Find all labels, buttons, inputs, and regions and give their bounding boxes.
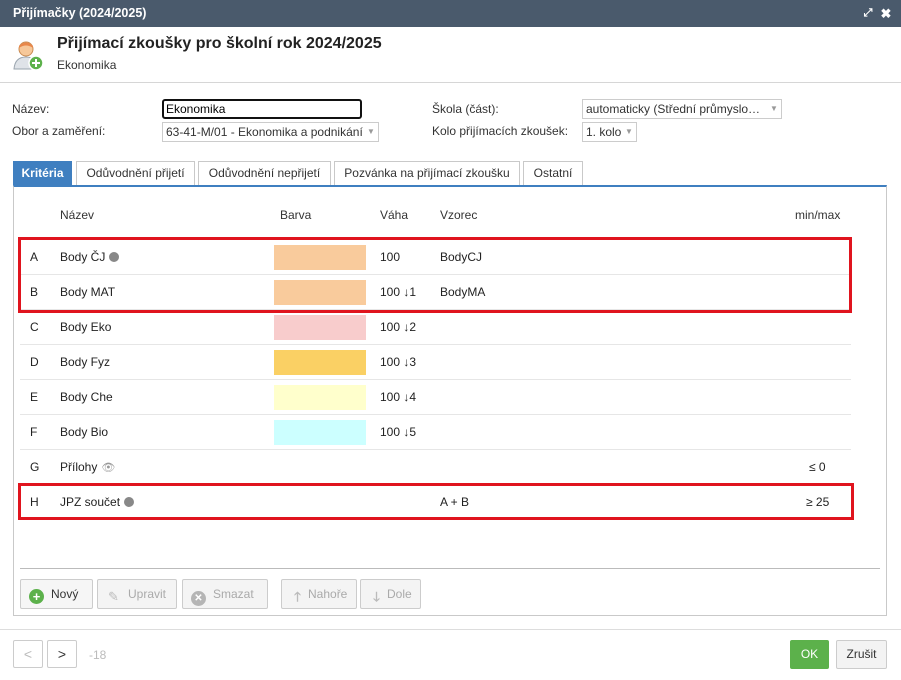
highlight-box: [18, 483, 854, 520]
kolo-select[interactable]: 1. kolo ▼: [582, 122, 637, 142]
pencil-icon: ✎: [108, 589, 119, 604]
name-input[interactable]: [162, 99, 362, 119]
window-title: Přijímačky (2024/2025): [13, 6, 147, 20]
row-name-cell: Přílohy 👁: [60, 450, 115, 486]
delete-button-label: Smazat: [213, 587, 254, 601]
column-header-color: Barva: [280, 208, 312, 222]
chevron-down-icon: ▼: [364, 123, 378, 141]
move-down-button-label: Dole: [387, 587, 412, 601]
delete-button[interactable]: ✕ Smazat: [182, 579, 268, 609]
edit-button-label: Upravit: [128, 587, 167, 601]
move-top-button[interactable]: 🡑 Nahoře: [281, 579, 357, 609]
new-button[interactable]: + Nový: [20, 579, 93, 609]
tab-kriteria[interactable]: Kritéria: [13, 161, 72, 186]
table-row[interactable]: D Body Fyz 100 ↓3: [20, 345, 851, 380]
user-add-icon: [12, 39, 44, 71]
row-weight: 100 ↓3: [380, 355, 417, 369]
chevron-down-icon: ▼: [767, 100, 781, 118]
row-letter: C: [30, 320, 39, 334]
next-button[interactable]: >: [47, 640, 77, 668]
kolo-label: Kolo přijímacích zkoušek:: [432, 124, 569, 138]
tab-pozvanka[interactable]: Pozvánka na přijímací zkoušku: [334, 161, 520, 186]
eye-slash-icon: 👁: [101, 462, 116, 474]
move-down-button[interactable]: 🡓 Dole: [360, 579, 421, 609]
table-row[interactable]: F Body Bio 100 ↓5: [20, 415, 851, 450]
table-row[interactable]: C Body Eko 100 ↓2: [20, 310, 851, 345]
divider: [20, 568, 880, 569]
column-header-minmax: min/max: [795, 208, 841, 222]
dialog-footer: [0, 629, 901, 680]
color-swatch: [274, 315, 366, 340]
kolo-select-value: 1. kolo: [586, 125, 622, 139]
skola-select-value: automaticky (Střední průmyslo…: [586, 102, 761, 116]
prev-button[interactable]: <: [13, 640, 43, 668]
column-header-formula: Vzorec: [440, 208, 478, 222]
obor-select-value: 63-41-M/01 - Ekonomika a podnikání: [166, 125, 363, 139]
ok-button[interactable]: OK: [790, 640, 829, 669]
column-header-weight: Váha: [380, 208, 409, 222]
delete-icon: ✕: [191, 591, 206, 606]
close-icon[interactable]: ✖: [877, 0, 895, 27]
row-letter: E: [30, 390, 39, 404]
arrow-up-icon: 🡑: [294, 589, 301, 604]
skola-label: Škola (část):: [432, 102, 499, 116]
maximize-icon[interactable]: ⤢: [859, 0, 877, 27]
table-row[interactable]: E Body Che 100 ↓4: [20, 380, 851, 415]
edit-button[interactable]: ✎ Upravit: [97, 579, 177, 609]
window-titlebar: Přijímačky (2024/2025) ⤢ ✖: [0, 0, 901, 27]
row-name: Body Eko: [60, 320, 112, 334]
color-swatch: [274, 420, 366, 445]
row-name: Body Fyz: [60, 355, 111, 369]
row-name: Body Bio: [60, 425, 109, 439]
plus-icon: +: [29, 589, 44, 604]
tab-ostatni[interactable]: Ostatní: [523, 161, 583, 186]
name-label: Název:: [12, 102, 50, 116]
arrow-down-icon: 🡓: [373, 589, 380, 604]
row-weight: 100 ↓5: [380, 425, 417, 439]
color-swatch: [274, 385, 366, 410]
column-header-name: Název: [60, 208, 95, 222]
row-weight: 100 ↓4: [380, 390, 417, 404]
row-letter: G: [30, 460, 40, 474]
dialog-header: Přijímací zkoušky pro školní rok 2024/20…: [0, 27, 901, 83]
page-title: Přijímací zkoušky pro školní rok 2024/20…: [57, 35, 382, 52]
obor-select[interactable]: 63-41-M/01 - Ekonomika a podnikání ▼: [162, 122, 379, 142]
color-swatch: [274, 350, 366, 375]
record-counter: -18: [89, 648, 107, 662]
cancel-button[interactable]: Zrušit: [836, 640, 887, 669]
highlight-box: [18, 237, 852, 313]
row-name: Přílohy: [60, 460, 98, 474]
page-subtitle: Ekonomika: [57, 58, 117, 72]
row-name: Body Che: [60, 390, 113, 404]
new-button-label: Nový: [51, 587, 79, 601]
row-minmax: ≤ 0: [809, 460, 826, 474]
table-row[interactable]: G Přílohy 👁 ≤ 0: [20, 450, 851, 485]
row-letter: F: [30, 425, 38, 439]
chevron-down-icon: ▼: [622, 123, 636, 141]
tab-oduvodneni-prijeti[interactable]: Odůvodnění přijetí: [76, 161, 195, 186]
skola-select[interactable]: automaticky (Střední průmyslo… ▼: [582, 99, 782, 119]
row-weight: 100 ↓2: [380, 320, 417, 334]
obor-label: Obor a zaměření:: [12, 124, 106, 138]
move-top-button-label: Nahoře: [308, 587, 348, 601]
tab-oduvodneni-neprijeti[interactable]: Odůvodnění nepřijetí: [198, 161, 331, 186]
row-letter: D: [30, 355, 39, 369]
